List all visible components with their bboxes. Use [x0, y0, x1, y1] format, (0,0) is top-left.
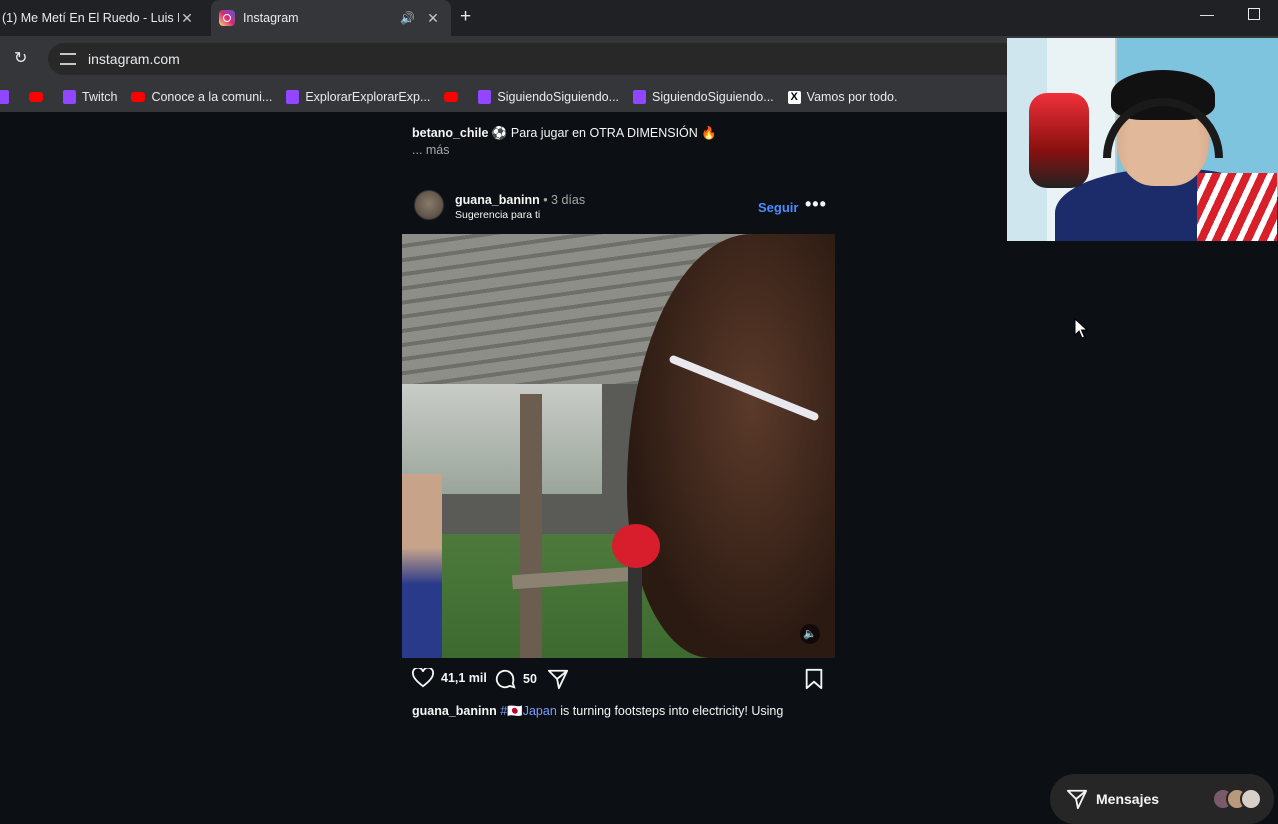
bookmark-icon [805, 668, 823, 690]
tab-title: Instagram [243, 11, 299, 25]
tab-title: (1) Me Metí En El Ruedo - Luis R [2, 11, 179, 25]
more-options-icon[interactable]: ••• [805, 194, 827, 215]
url-text: instagram.com [88, 51, 180, 67]
mouse-cursor-icon [1074, 318, 1088, 339]
post-actions: 41,1 mil 50 [412, 668, 836, 694]
messages-label: Mensajes [1096, 791, 1160, 807]
save-button[interactable] [804, 668, 831, 690]
comment-button[interactable]: 50 [494, 668, 537, 690]
post-time: • 3 días [539, 193, 586, 207]
avatar[interactable] [414, 190, 444, 220]
audio-icon[interactable]: 🔈 [800, 624, 820, 644]
bookmark-label: Conoce a la comuni... [151, 90, 273, 104]
twitch-icon [63, 90, 76, 104]
restore-icon[interactable] [1248, 8, 1260, 20]
tab-strip: (1) Me Metí En El Ruedo - Luis R ✕ Insta… [0, 0, 1278, 36]
caption-username[interactable]: betano_chile [412, 126, 488, 140]
bookmark-item[interactable]: Twitch [63, 90, 117, 104]
direct-message-icon [1066, 789, 1088, 810]
twitch-icon [633, 90, 647, 104]
bookmark-item[interactable] [444, 92, 464, 102]
caption-text: is turning footsteps into electricity! U… [556, 704, 784, 718]
webcam-overlay [1007, 38, 1278, 241]
share-icon [547, 669, 569, 690]
bookmark-item[interactable]: X Vamos por todo. [787, 90, 898, 104]
microphone-icon [1029, 93, 1089, 188]
heart-icon [412, 668, 434, 688]
x-icon: X [787, 90, 801, 104]
instagram-icon [219, 10, 235, 26]
bookmark-item[interactable]: SiguiendoSiguiendo... [478, 90, 619, 104]
follow-button[interactable]: Seguir [758, 200, 798, 215]
suggestion-label: Sugerencia para ti [455, 209, 541, 221]
twitch-icon [478, 90, 492, 104]
youtube-icon [29, 92, 43, 102]
video-frame-post [520, 394, 542, 658]
more-link[interactable]: ... más [412, 143, 450, 157]
comments-count: 50 [523, 672, 537, 686]
like-button[interactable]: 41,1 mil [412, 668, 487, 688]
video-frame-microphone [612, 524, 660, 568]
comment-icon [495, 669, 516, 689]
bookmark-item[interactable]: ExplorarExplorarExp... [286, 90, 430, 104]
bookmark-label: Twitch [82, 90, 118, 104]
post-video[interactable]: 🔈 [402, 234, 835, 658]
speaker-icon[interactable]: 🔊 [400, 11, 415, 25]
previous-post-caption: betano_chile ⚽ Para jugar en OTRA DIMENS… [412, 126, 717, 141]
caption-username[interactable]: guana_baninn [412, 704, 497, 718]
twitch-icon [0, 90, 9, 104]
bookmark-item[interactable] [29, 92, 49, 102]
bookmark-item[interactable]: SiguiendoSiguiendo... [633, 90, 774, 104]
video-frame-person [402, 474, 442, 658]
bookmark-item[interactable] [0, 90, 15, 104]
post-caption: guana_baninn #🇯🇵Japan is turning footste… [412, 704, 783, 719]
youtube-icon [444, 92, 459, 102]
reload-icon[interactable]: ↻ [14, 48, 27, 68]
close-tab-icon[interactable]: ✕ [179, 10, 195, 27]
video-frame-mic-stick [628, 564, 642, 658]
bookmark-label: SiguiendoSiguiendo... [652, 90, 774, 104]
youtube-icon [131, 92, 146, 102]
caption-text: ⚽ Para jugar en OTRA DIMENSIÓN 🔥 [488, 126, 717, 140]
minimize-icon[interactable]: — [1200, 6, 1214, 22]
post-header: guana_baninn • 3 días Sugerencia para ti… [412, 190, 836, 226]
username-text[interactable]: guana_baninn [455, 193, 540, 207]
messages-button[interactable]: Mensajes [1050, 774, 1274, 824]
bookmark-label: SiguiendoSiguiendo... [497, 90, 620, 104]
bookmark-label: ExplorarExplorarExp... [305, 90, 431, 104]
hashtag-link[interactable]: #🇯🇵Japan [500, 704, 557, 718]
new-tab-button[interactable]: + [460, 6, 471, 28]
avatar [1240, 788, 1262, 810]
likes-count: 41,1 mil [441, 671, 487, 685]
webcam-jersey-stripes [1197, 173, 1277, 241]
bookmark-label: Vamos por todo. [806, 90, 898, 104]
post-username[interactable]: guana_baninn • 3 días [455, 193, 585, 207]
tab-instagram[interactable]: Instagram 🔊 ✕ [211, 0, 451, 36]
close-tab-icon[interactable]: ✕ [425, 10, 441, 27]
tab-youtube[interactable]: (1) Me Metí En El Ruedo - Luis R ✕ [0, 0, 205, 36]
message-avatars [1212, 788, 1262, 810]
site-settings-icon[interactable] [60, 53, 76, 65]
share-button[interactable] [547, 668, 576, 690]
bookmark-item[interactable]: Conoce a la comuni... [131, 90, 272, 104]
twitch-icon [286, 90, 300, 104]
